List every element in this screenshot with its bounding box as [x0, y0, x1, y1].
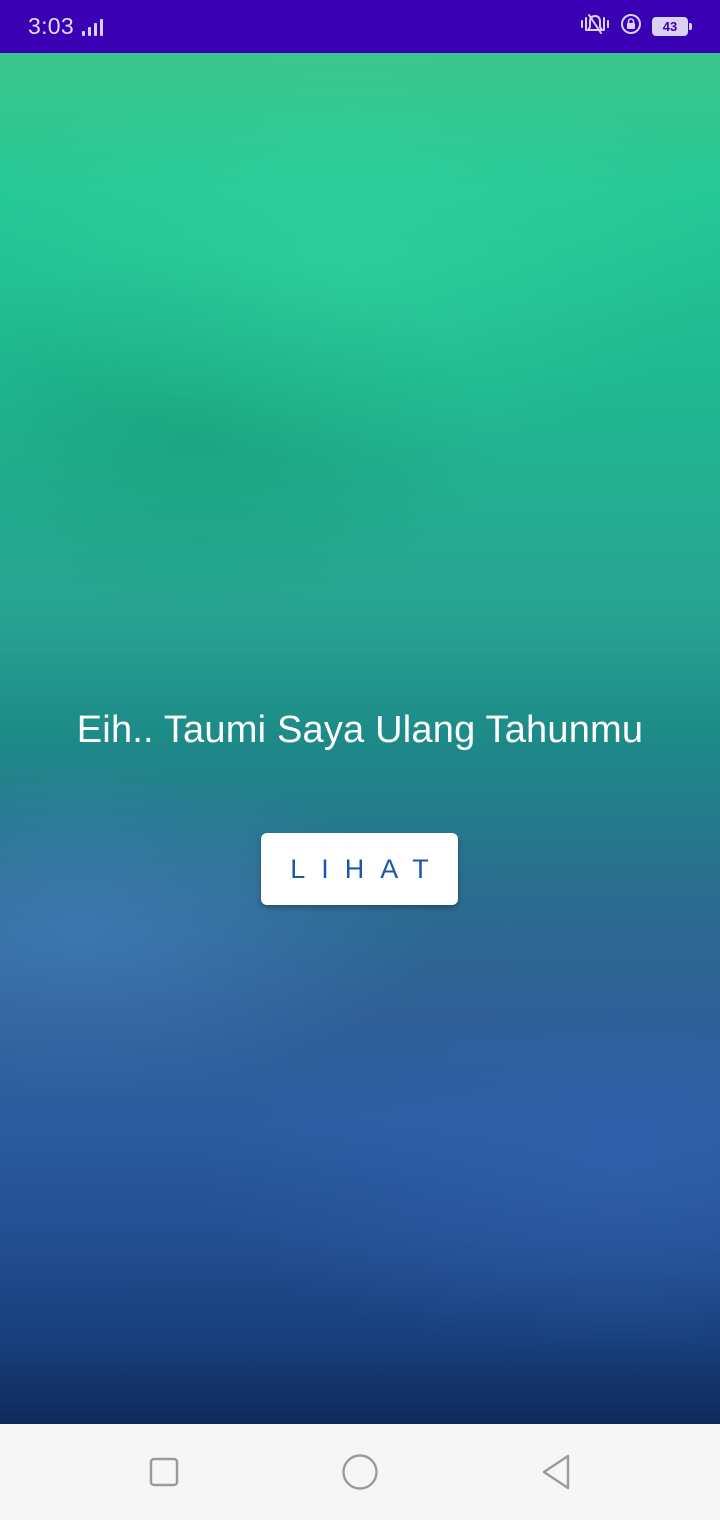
- signal-icon: [81, 18, 103, 36]
- view-button[interactable]: LIHAT: [261, 833, 458, 905]
- main-screen: Eih.. Taumi Saya Ulang Tahunmu LIHAT: [0, 53, 720, 1424]
- rotation-lock-icon: [620, 13, 642, 40]
- status-bar: 3:03 43: [0, 0, 720, 53]
- battery-level: 43: [662, 19, 678, 34]
- back-icon[interactable]: [536, 1452, 576, 1492]
- status-left: 3:03: [28, 13, 103, 40]
- clock: 3:03: [28, 13, 74, 39]
- battery-body: 43: [652, 17, 688, 36]
- navigation-bar: [0, 1424, 720, 1520]
- recent-apps-icon[interactable]: [144, 1452, 184, 1492]
- battery-icon: 43: [652, 17, 692, 36]
- home-icon[interactable]: [340, 1452, 380, 1492]
- status-right: 43: [580, 13, 692, 40]
- vibrate-icon: [580, 13, 610, 40]
- greeting-title: Eih.. Taumi Saya Ulang Tahunmu: [76, 709, 644, 751]
